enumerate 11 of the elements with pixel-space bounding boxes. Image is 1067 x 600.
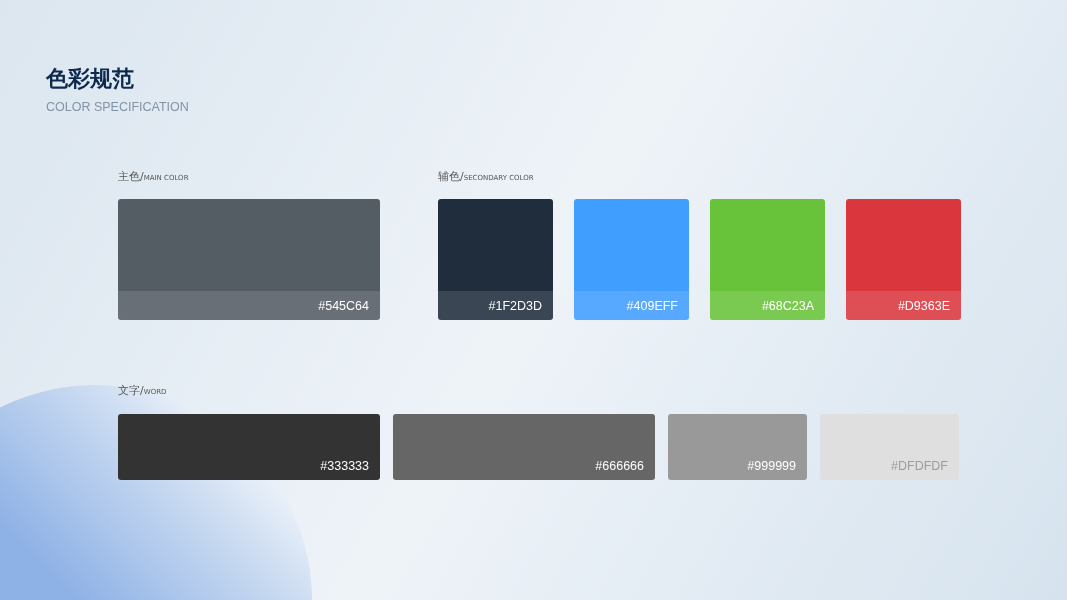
hex-code: #666666 [594,459,645,475]
hex-code: #D9363E [846,291,961,320]
page-title: 色彩规范 [46,65,135,93]
hex-code: #999999 [746,459,797,475]
hex-code: #409EFF [574,291,689,320]
hex-code: #545C64 [118,291,380,320]
page-subtitle: COLOR SPECIFICATION [46,100,190,114]
hex-code: #DFDFDF [890,459,949,475]
hex-code: #68C23A [710,291,825,320]
hex-code: #333333 [319,459,370,475]
hex-code: #1F2D3D [438,291,553,320]
